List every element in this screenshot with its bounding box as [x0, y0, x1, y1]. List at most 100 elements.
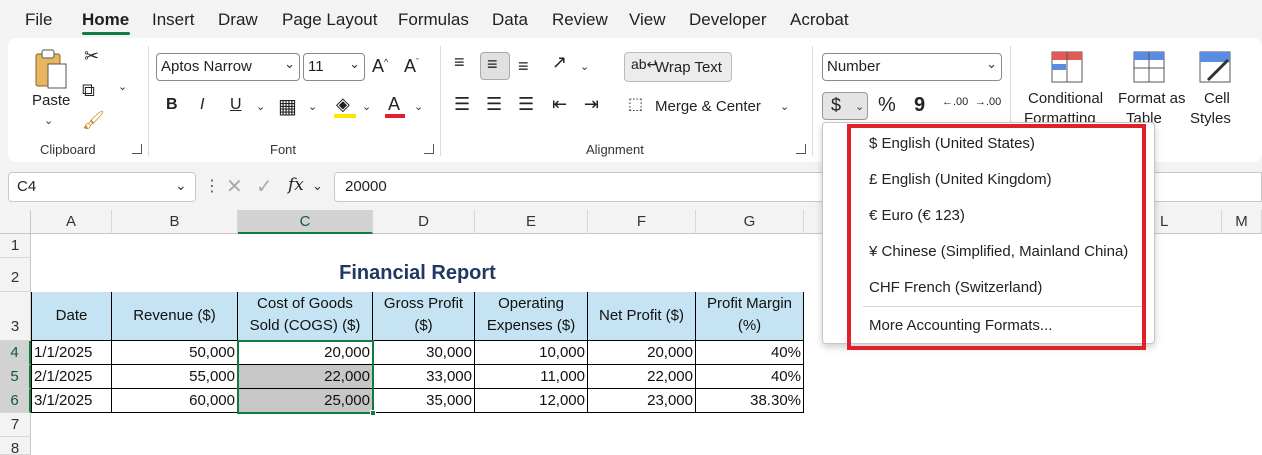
- table-cell[interactable]: 20,000: [588, 341, 696, 365]
- chevron-down-icon[interactable]: ⌄: [362, 100, 371, 113]
- column-header-f[interactable]: F: [588, 210, 696, 234]
- align-middle-button[interactable]: ≡: [480, 52, 510, 80]
- decrease-decimal-icon[interactable]: →.00: [975, 96, 1001, 108]
- decrease-indent-icon[interactable]: ⇤: [552, 94, 567, 115]
- table-cell[interactable]: 55,000: [112, 365, 238, 389]
- font-size-select[interactable]: 11 ⌄: [303, 53, 365, 81]
- table-cell[interactable]: 3/1/2025: [31, 389, 112, 413]
- merge-center-button[interactable]: ⬚ Merge & Center ⌄: [626, 94, 796, 120]
- tab-view[interactable]: View: [629, 10, 666, 30]
- increase-decimal-icon[interactable]: ←.00: [942, 96, 968, 108]
- table-cell[interactable]: 60,000: [112, 389, 238, 413]
- header-cell-cogs[interactable]: Cost of Goods Sold (COGS) ($): [238, 292, 373, 341]
- dialog-launcher-icon[interactable]: [424, 144, 434, 154]
- chevron-down-icon[interactable]: ⌄: [414, 100, 423, 113]
- column-header-c[interactable]: C: [238, 210, 373, 234]
- orientation-icon[interactable]: ↗: [552, 52, 567, 73]
- underline-button[interactable]: U: [230, 96, 242, 114]
- accounting-format-button[interactable]: $ ⌄: [822, 92, 868, 120]
- table-cell[interactable]: 40%: [696, 365, 804, 389]
- row-header-3[interactable]: 3: [0, 292, 31, 341]
- table-cell[interactable]: 10,000: [475, 341, 588, 365]
- align-top-icon[interactable]: ≡: [454, 52, 465, 73]
- align-left-icon[interactable]: ☰: [454, 94, 470, 115]
- table-cell[interactable]: 12,000: [475, 389, 588, 413]
- align-right-icon[interactable]: ☰: [518, 94, 534, 115]
- table-cell[interactable]: 30,000: [373, 341, 475, 365]
- column-header-d[interactable]: D: [373, 210, 475, 234]
- table-cell[interactable]: 40%: [696, 341, 804, 365]
- dialog-launcher-icon[interactable]: [796, 144, 806, 154]
- align-center-icon[interactable]: ☰: [486, 94, 502, 115]
- tab-acrobat[interactable]: Acrobat: [790, 10, 849, 30]
- row-header-5[interactable]: 5: [0, 365, 31, 389]
- column-header-g[interactable]: G: [696, 210, 804, 234]
- tab-review[interactable]: Review: [552, 10, 608, 30]
- chevron-down-icon[interactable]: ⌄: [118, 80, 127, 93]
- chevron-down-icon[interactable]: ⌄: [312, 178, 323, 194]
- table-cell[interactable]: 22,000: [588, 365, 696, 389]
- row-header-4[interactable]: 4: [0, 341, 31, 365]
- format-as-table-button[interactable]: Format as Table: [1116, 48, 1186, 128]
- header-cell-revenue[interactable]: Revenue ($): [112, 292, 238, 341]
- cancel-icon[interactable]: ✕: [226, 174, 243, 199]
- conditional-formatting-button[interactable]: Conditional Formatting: [1022, 48, 1112, 128]
- font-name-select[interactable]: Aptos Narrow ⌄: [156, 53, 300, 81]
- enter-icon[interactable]: ✓: [256, 174, 273, 199]
- fill-handle[interactable]: [370, 410, 376, 416]
- table-cell[interactable]: 23,000: [588, 389, 696, 413]
- cut-icon[interactable]: ✂: [84, 46, 99, 67]
- wrap-text-button[interactable]: ab↵ Wrap Text: [624, 52, 732, 82]
- fill-color-button[interactable]: ◈: [332, 94, 358, 120]
- select-all-corner[interactable]: [0, 210, 31, 234]
- format-painter-icon[interactable]: 🖌: [82, 110, 105, 131]
- increase-indent-icon[interactable]: ⇥: [584, 94, 599, 115]
- tab-file[interactable]: File: [25, 10, 52, 30]
- insert-function-icon[interactable]: fx: [288, 175, 304, 195]
- column-header-l[interactable]: L: [1154, 210, 1222, 234]
- name-box[interactable]: C4 ⌄: [8, 172, 196, 202]
- table-cell[interactable]: 33,000: [373, 365, 475, 389]
- tab-formulas[interactable]: Formulas: [398, 10, 469, 30]
- cell-styles-button[interactable]: Cell Styles: [1190, 48, 1250, 128]
- chevron-down-icon[interactable]: ⌄: [308, 100, 317, 113]
- column-header-e[interactable]: E: [475, 210, 588, 234]
- column-header-b[interactable]: B: [112, 210, 238, 234]
- row-header-7[interactable]: 7: [0, 413, 31, 437]
- row-header-2[interactable]: 2: [0, 258, 31, 292]
- copy-icon[interactable]: ⧉: [82, 80, 95, 101]
- tab-draw[interactable]: Draw: [218, 10, 258, 30]
- table-cell[interactable]: 2/1/2025: [31, 365, 112, 389]
- row-header-8[interactable]: 8: [0, 437, 31, 455]
- increase-font-icon[interactable]: A^: [372, 56, 388, 77]
- header-cell-profit-margin[interactable]: Profit Margin (%): [696, 292, 804, 341]
- align-bottom-icon[interactable]: ≡: [518, 56, 529, 77]
- header-cell-operating-expenses[interactable]: Operating Expenses ($): [475, 292, 588, 341]
- chevron-down-icon[interactable]: ⌄: [256, 100, 265, 113]
- header-cell-net-profit[interactable]: Net Profit ($): [588, 292, 696, 341]
- paste-button[interactable]: Paste ⌄: [28, 48, 74, 128]
- comma-style-button[interactable]: 9: [914, 94, 925, 117]
- table-cell[interactable]: 38.30%: [696, 389, 804, 413]
- header-cell-gross-profit[interactable]: Gross Profit ($): [373, 292, 475, 341]
- decrease-font-icon[interactable]: Aˇ: [404, 56, 419, 77]
- bold-button[interactable]: B: [166, 96, 178, 114]
- report-title[interactable]: Financial Report: [31, 262, 804, 285]
- table-cell[interactable]: 1/1/2025: [31, 341, 112, 365]
- row-header-1[interactable]: 1: [0, 234, 31, 258]
- tab-data[interactable]: Data: [492, 10, 528, 30]
- number-format-select[interactable]: Number ⌄: [822, 53, 1002, 81]
- column-header-m[interactable]: M: [1222, 210, 1262, 234]
- dialog-launcher-icon[interactable]: [132, 144, 142, 154]
- percent-style-button[interactable]: %: [878, 94, 896, 117]
- tab-home[interactable]: Home: [82, 10, 129, 30]
- tab-page-layout[interactable]: Page Layout: [282, 10, 377, 30]
- font-color-button[interactable]: A: [384, 94, 408, 120]
- chevron-down-icon[interactable]: ⌄: [580, 60, 589, 73]
- tab-developer[interactable]: Developer: [689, 10, 767, 30]
- header-cell-date[interactable]: Date: [31, 292, 112, 341]
- column-header-a[interactable]: A: [31, 210, 112, 234]
- table-cell[interactable]: 11,000: [475, 365, 588, 389]
- tab-insert[interactable]: Insert: [152, 10, 195, 30]
- row-header-6[interactable]: 6: [0, 389, 31, 413]
